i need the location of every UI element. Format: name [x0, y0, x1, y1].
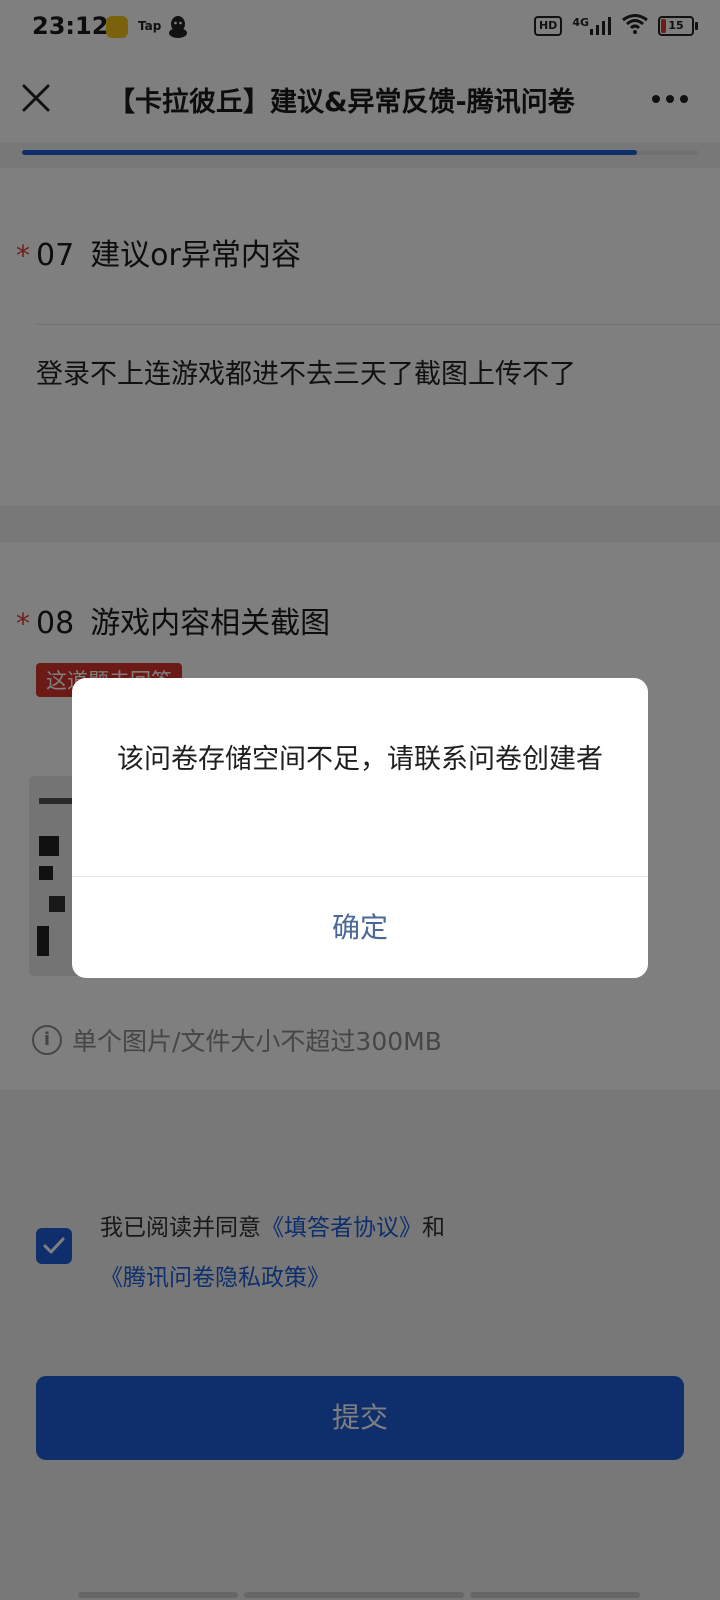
dialog-message: 该问卷存储空间不足，请联系问卷创建者	[117, 744, 603, 775]
alert-dialog: 该问卷存储空间不足，请联系问卷创建者 确定	[72, 678, 648, 978]
confirm-button[interactable]: 确定	[72, 877, 648, 978]
